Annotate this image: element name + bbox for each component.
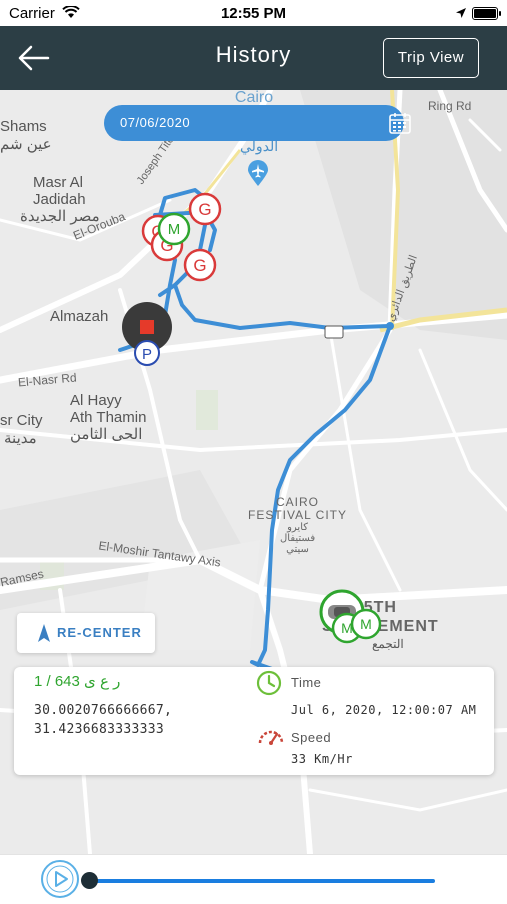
status-bar: Carrier 12:55 PM [0,0,507,26]
marker-m-text: M [168,221,181,238]
marker-m-text: M [360,616,372,632]
play-button[interactable] [40,859,80,904]
app-header: History Trip View [0,26,507,90]
coordinates: 30.0020766666667, 31.4236683333333 [34,701,172,739]
playback-slider-thumb[interactable] [81,872,98,889]
time-label: Time [291,675,322,690]
location-arrow-icon [455,6,467,23]
map-label-shams: Shams [0,118,47,135]
parking-marker-text: P [142,346,152,363]
status-time: 12:55 PM [220,5,287,22]
marker-g-text: G [198,200,211,219]
vehicle-plate: 1 / 643 ر ع ى [34,673,121,690]
map-label-al-hayy: Al Hayy Ath Thamin [70,392,147,426]
date-picker[interactable]: 07/06/2020 [104,105,411,141]
speed-label: Speed [291,730,332,745]
recenter-button[interactable]: RE-CENTER [17,613,155,653]
play-icon [41,860,79,898]
playback-slider[interactable] [90,879,435,883]
map-label-al-hayy-ar: الحى الثامن [70,426,143,443]
time-value: Jul 6, 2020, 12:00:07 AM [291,703,477,717]
map-label-cairo-festival-city: CAIRO FESTIVAL CITY [248,495,348,522]
map-label-masr-al-jadidah: Masr Al Jadidah [33,174,86,208]
vehicle-info-card: 1 / 643 ر ع ى 30.0020766666667, 31.42366… [14,667,494,775]
map-label-festival-ar: كايرو فستيفال سيتي [280,522,316,555]
map-label-sr-city: sr City [0,412,43,429]
recenter-label: RE-CENTER [57,625,142,640]
map-label-ring-rd: Ring Rd [428,99,472,113]
playback-bar [0,854,507,901]
latitude-value: 30.0020766666667, [34,703,173,718]
selected-date: 07/06/2020 [120,115,191,130]
map-view[interactable]: Shams عين شم Masr Al Jadidah مصر الجديدة… [0,90,507,854]
map-label-shams-ar: عين شم [0,136,52,153]
marker-g-text: G [193,256,206,275]
trip-view-button[interactable]: Trip View [383,38,479,78]
longitude-value: 31.4236683333333 [34,722,165,737]
map-label-sr-city-ar: مدينة [4,430,37,447]
speed-value: 33 Km/Hr [291,752,353,766]
battery-icon [472,7,501,20]
map-label-almazah: Almazah [50,308,109,325]
